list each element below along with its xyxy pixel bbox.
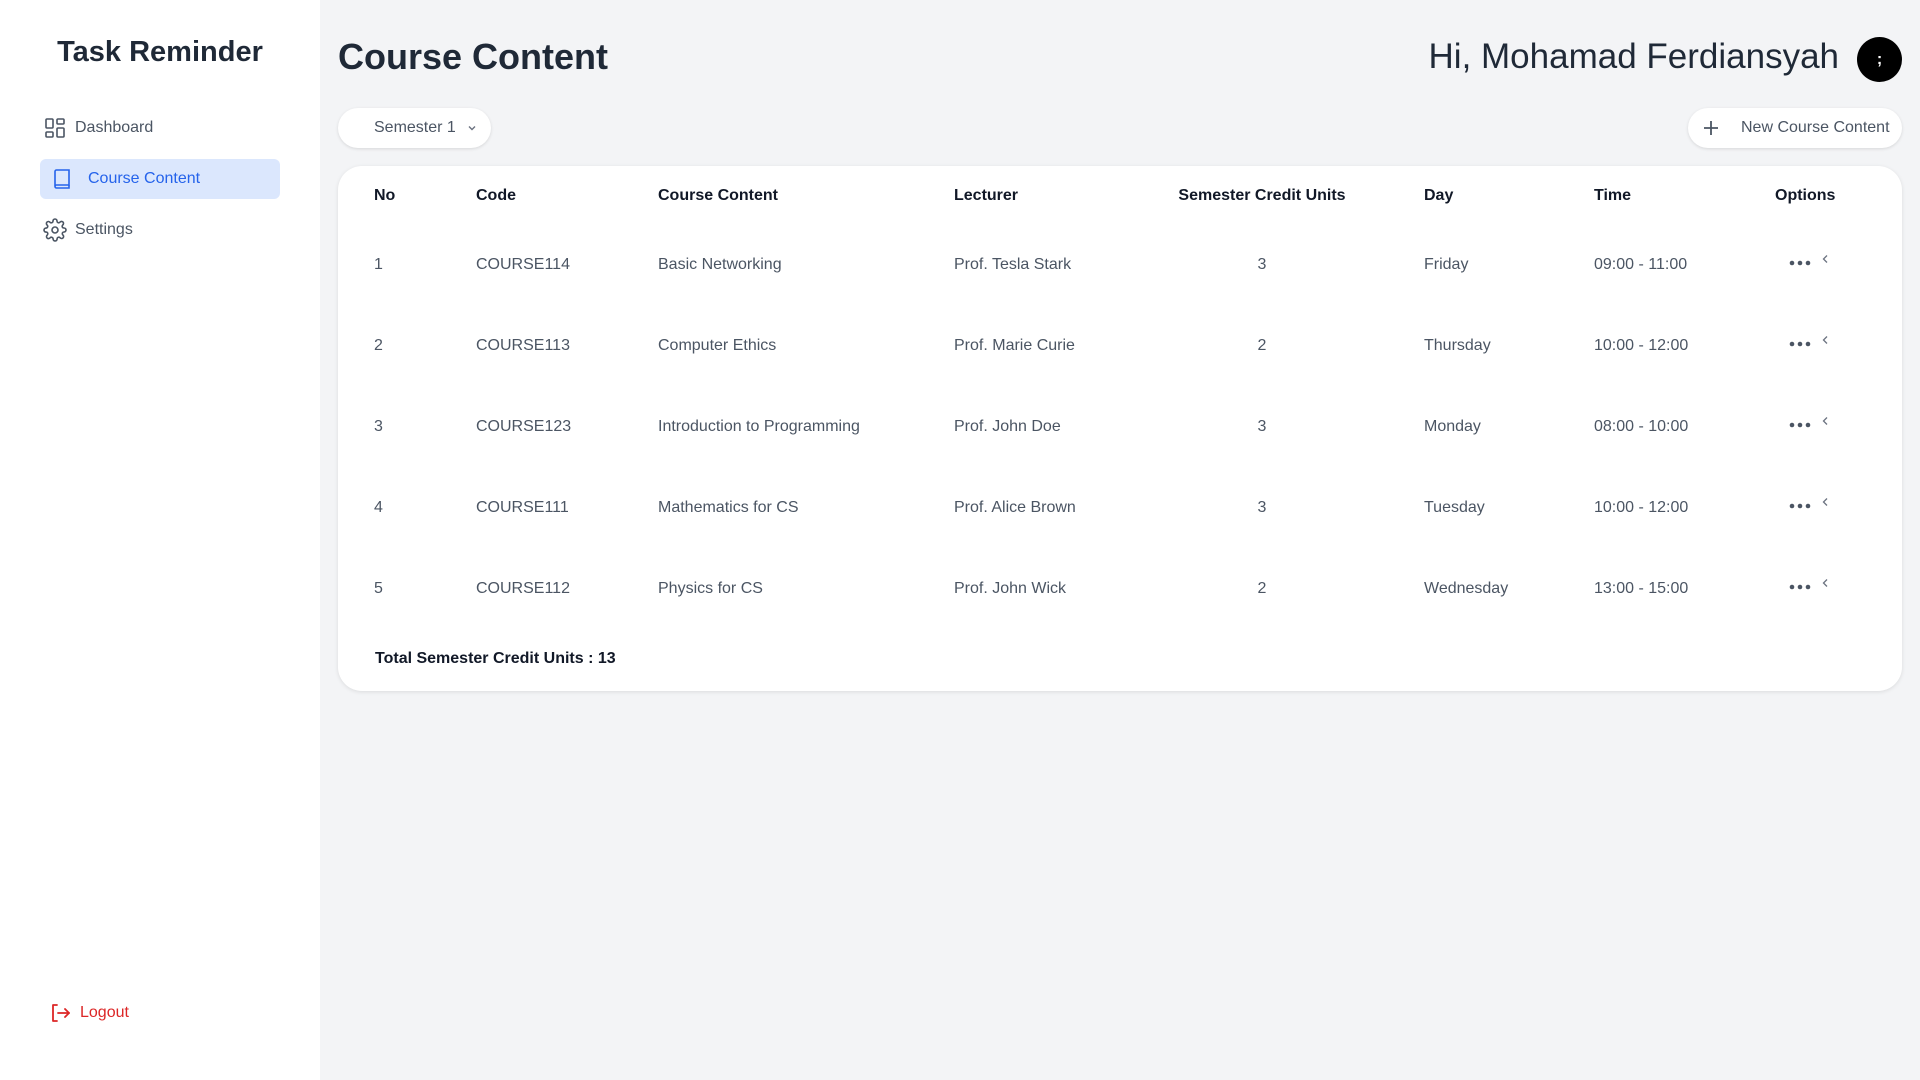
new-course-content-button[interactable]: New Course Content <box>1688 108 1902 148</box>
cell-time: 13:00 - 15:00 <box>1594 580 1689 597</box>
cell-code: COURSE111 <box>476 499 569 516</box>
course-table-card: No Code Course Content Lecturer Semester… <box>338 166 1902 691</box>
chevron-left-icon <box>1821 254 1829 264</box>
cell-semester-credit-units: 3 <box>1257 499 1267 516</box>
column-header-options: Options <box>1775 187 1836 204</box>
cell-course-content: Basic Networking <box>658 256 782 273</box>
cell-lecturer: Prof. John Doe <box>954 418 1061 435</box>
more-horizontal-icon <box>1789 259 1811 267</box>
sidebar-item-dashboard[interactable]: Dashboard <box>40 108 280 148</box>
cell-day: Thursday <box>1424 337 1491 354</box>
chevron-left-icon <box>1821 416 1829 426</box>
plus-icon <box>1699 116 1723 140</box>
row-options-button[interactable] <box>1789 579 1829 591</box>
cell-semester-credit-units: 3 <box>1257 418 1267 435</box>
more-horizontal-icon <box>1789 421 1811 429</box>
avatar-text: ; <box>1876 50 1883 68</box>
cell-course-content: Introduction to Programming <box>658 418 860 435</box>
gear-icon <box>43 218 67 242</box>
cell-day: Tuesday <box>1424 499 1485 516</box>
sidebar-item-label: Course Content <box>88 170 201 187</box>
logout-button[interactable]: Logout <box>48 1001 129 1025</box>
sidebar-item-label: Settings <box>75 221 133 238</box>
cell-no: 1 <box>374 256 383 273</box>
semester-select-value: Semester 1 <box>374 119 456 136</box>
sidebar-item-label: Dashboard <box>75 119 154 136</box>
sidebar-nav: Dashboard Course Content Settings <box>40 108 280 261</box>
cell-time: 08:00 - 10:00 <box>1594 418 1689 435</box>
cell-day: Monday <box>1424 418 1481 435</box>
cell-time: 10:00 - 12:00 <box>1594 499 1689 516</box>
cell-time: 09:00 - 11:00 <box>1594 256 1688 273</box>
chevron-left-icon <box>1821 335 1829 345</box>
cell-course-content: Physics for CS <box>658 580 763 597</box>
dashboard-grid-icon <box>43 116 67 140</box>
row-options-button[interactable] <box>1789 336 1829 348</box>
chevron-left-icon <box>1821 497 1829 507</box>
cell-code: COURSE114 <box>476 256 570 273</box>
cell-day: Friday <box>1424 256 1469 273</box>
chevron-down-icon <box>466 122 478 134</box>
sidebar-item-course-content[interactable]: Course Content <box>40 159 280 199</box>
semester-select[interactable]: Semester 1 <box>338 108 491 148</box>
total-credit-units: Total Semester Credit Units : 13 <box>375 650 616 667</box>
more-horizontal-icon <box>1789 340 1811 348</box>
logout-label: Logout <box>80 1004 129 1021</box>
logout-icon <box>48 1001 72 1025</box>
cell-no: 5 <box>374 580 383 597</box>
avatar[interactable]: ; <box>1857 37 1902 82</box>
column-header-day: Day <box>1424 187 1454 204</box>
row-options-button[interactable] <box>1789 255 1829 267</box>
cell-time: 10:00 - 12:00 <box>1594 337 1689 354</box>
column-header-lecturer: Lecturer <box>954 187 1019 204</box>
cell-lecturer: Prof. Marie Curie <box>954 337 1075 354</box>
cell-code: COURSE112 <box>476 580 570 597</box>
cell-course-content: Computer Ethics <box>658 337 777 354</box>
cell-lecturer: Prof. Tesla Stark <box>954 256 1072 273</box>
user-greeting: Hi, Mohamad Ferdiansyah <box>1428 37 1839 76</box>
column-header-code: Code <box>476 187 516 204</box>
row-options-button[interactable] <box>1789 417 1829 429</box>
cell-lecturer: Prof. John Wick <box>954 580 1067 597</box>
cell-code: COURSE113 <box>476 337 570 354</box>
chevron-left-icon <box>1821 578 1829 588</box>
cell-semester-credit-units: 2 <box>1257 580 1267 597</box>
cell-day: Wednesday <box>1424 580 1509 597</box>
cell-semester-credit-units: 2 <box>1257 337 1267 354</box>
row-options-button[interactable] <box>1789 498 1829 510</box>
more-horizontal-icon <box>1789 583 1811 591</box>
column-header-time: Time <box>1594 187 1632 204</box>
column-header-no: No <box>374 187 396 204</box>
sidebar-item-settings[interactable]: Settings <box>40 210 280 250</box>
cell-no: 3 <box>374 418 383 435</box>
page-title: Course Content <box>338 36 608 77</box>
cell-semester-credit-units: 3 <box>1257 256 1267 273</box>
column-header-semester-credit-units: Semester Credit Units <box>1178 187 1346 204</box>
cell-course-content: Mathematics for CS <box>658 499 799 516</box>
more-horizontal-icon <box>1789 502 1811 510</box>
cell-code: COURSE123 <box>476 418 572 435</box>
cell-lecturer: Prof. Alice Brown <box>954 499 1076 516</box>
cell-no: 2 <box>374 337 383 354</box>
column-header-course-content: Course Content <box>658 187 778 204</box>
sidebar: Task Reminder Dashboard Course Content S… <box>0 0 320 1080</box>
new-course-content-label: New Course Content <box>1741 119 1890 136</box>
cell-no: 4 <box>374 499 383 516</box>
app-brand: Task Reminder <box>57 36 263 68</box>
book-icon <box>50 167 74 191</box>
